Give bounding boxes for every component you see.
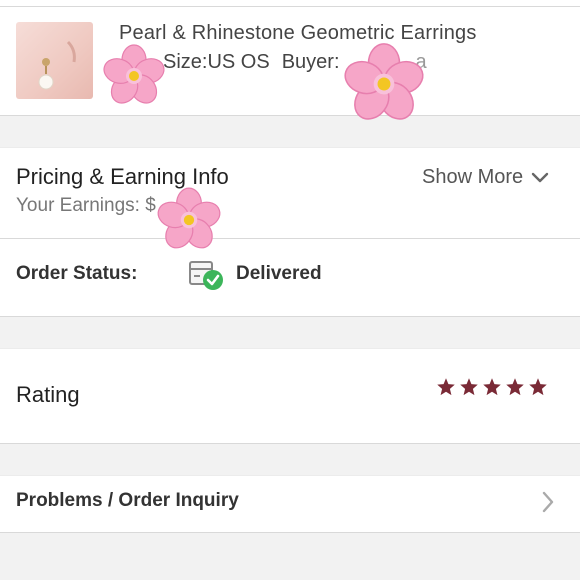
section-spacer: [0, 533, 580, 580]
your-earnings: Your Earnings: $: [16, 195, 156, 216]
item-size: Size:US OS: [163, 51, 270, 73]
cherry-blossom-icon: [344, 43, 424, 120]
divider: [0, 475, 580, 476]
buyer-label: Buyer:: [281, 51, 340, 73]
chevron-down-icon: [531, 172, 549, 182]
divider: [0, 348, 580, 349]
rating-label: Rating: [16, 382, 80, 407]
show-more-label: Show More: [422, 166, 524, 188]
divider: [0, 238, 580, 239]
star-icon: [460, 378, 478, 396]
star-icon: [506, 378, 524, 396]
show-more-button[interactable]: Show More: [422, 166, 549, 189]
divider: [0, 6, 580, 7]
section-spacer: [0, 444, 580, 475]
cherry-blossom-icon: [103, 44, 165, 104]
divider: [0, 147, 580, 148]
rating-stars: [436, 377, 548, 397]
section-spacer: [0, 317, 580, 348]
order-status-value: Delivered: [236, 263, 322, 284]
star-icon: [529, 378, 547, 396]
section-spacer: [0, 116, 580, 147]
chevron-right-icon[interactable]: [540, 490, 556, 514]
star-icon: [437, 378, 455, 396]
item-thumbnail[interactable]: [16, 22, 93, 99]
star-icon: [483, 378, 501, 396]
cherry-blossom-icon: [157, 187, 221, 249]
problems-order-inquiry-link[interactable]: Problems / Order Inquiry: [16, 490, 239, 512]
order-status-label: Order Status:: [16, 263, 138, 284]
package-delivered-icon: [188, 258, 226, 292]
